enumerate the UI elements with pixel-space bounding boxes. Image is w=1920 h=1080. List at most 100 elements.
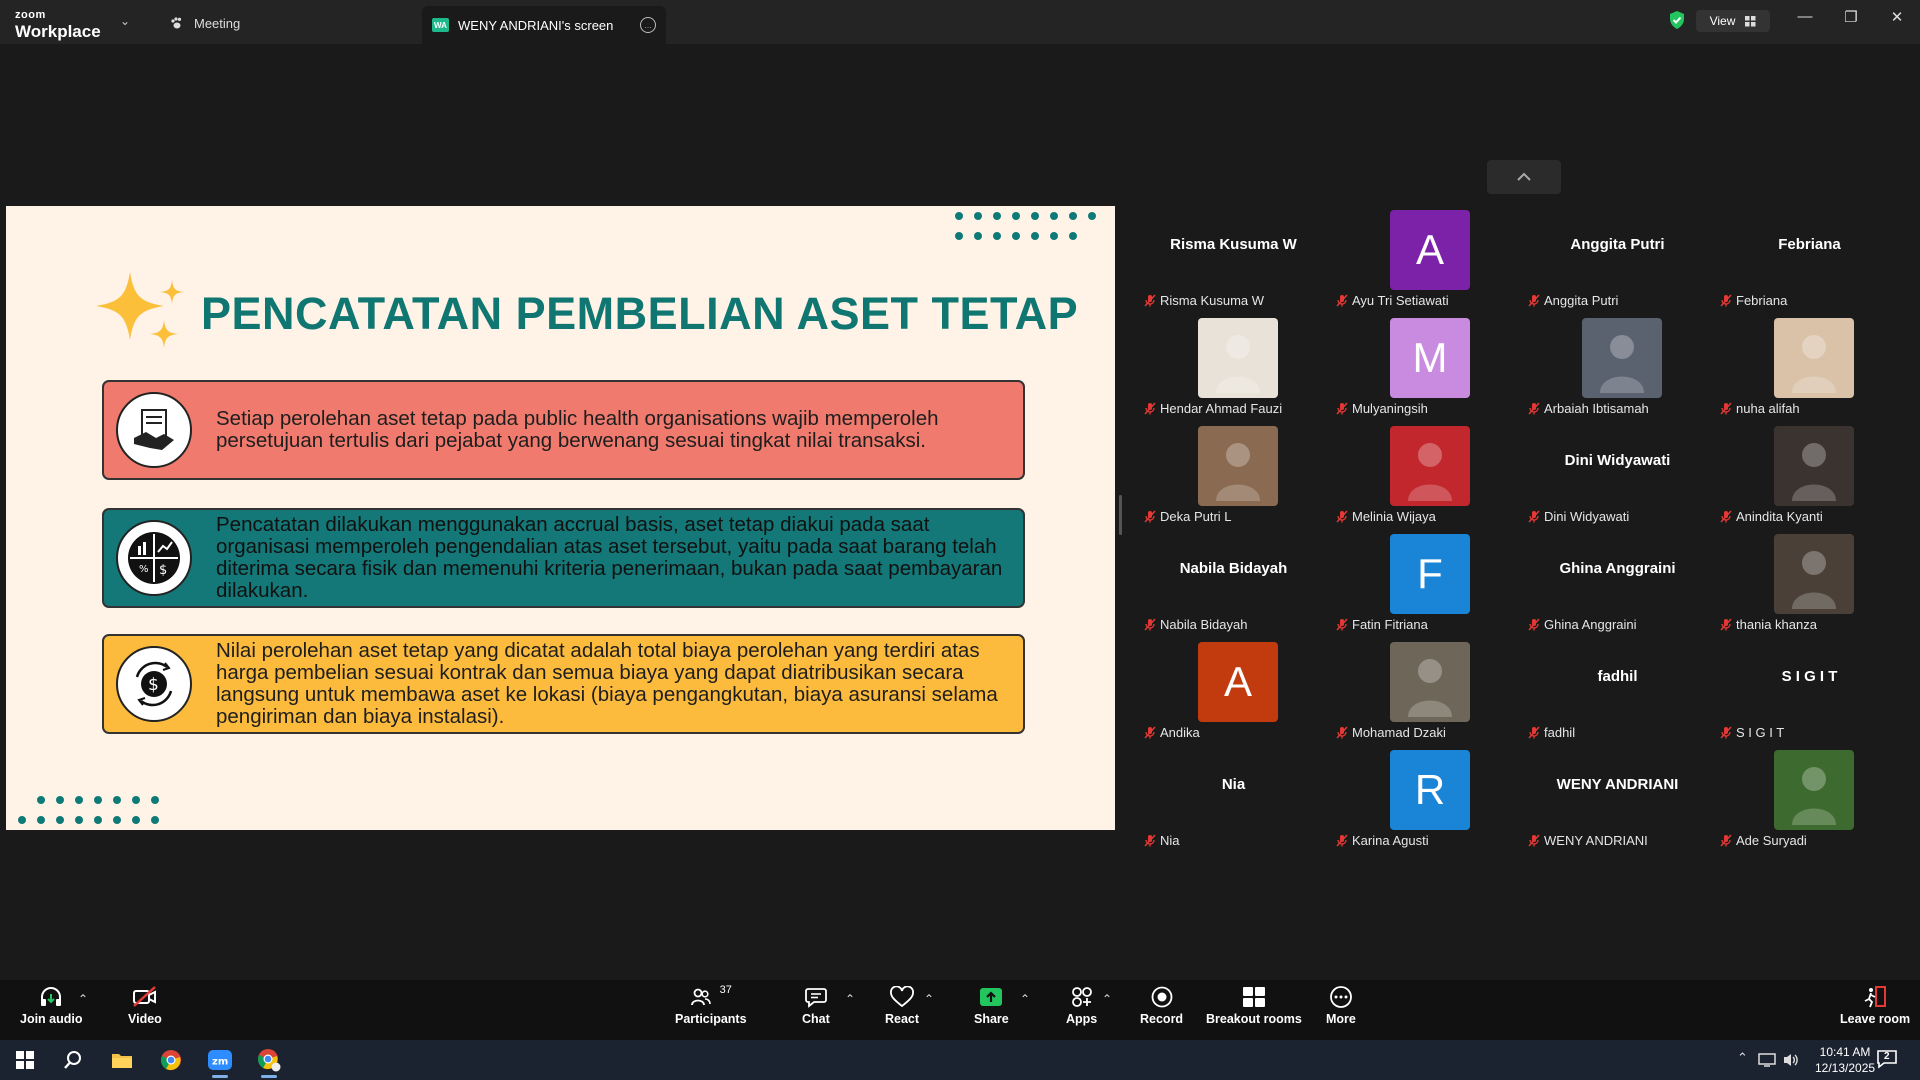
- sharer-badge: WA: [432, 18, 449, 32]
- chat-icon: [804, 988, 827, 1008]
- react-options-caret[interactable]: ⌃: [924, 992, 934, 1006]
- participant-tile[interactable]: nuha alifah: [1714, 316, 1905, 422]
- participant-name-label: Ade Suryadi: [1720, 833, 1807, 848]
- title-bar: zoom Workplace ⌄ Meeting WA WENY ANDRIAN…: [0, 0, 1920, 44]
- more-button[interactable]: More: [1326, 986, 1356, 1026]
- participant-name: Hendar Ahmad Fauzi: [1160, 401, 1283, 416]
- participant-tile[interactable]: Mohamad Dzaki: [1330, 640, 1521, 746]
- zoom-logo[interactable]: zoom Workplace: [15, 6, 101, 41]
- volume-icon[interactable]: [1782, 1052, 1800, 1068]
- apps-options-caret[interactable]: ⌃: [1102, 992, 1112, 1006]
- restore-icon[interactable]: ❐: [1836, 8, 1866, 26]
- video-off-icon: [132, 986, 156, 1007]
- participant-video: [1198, 318, 1278, 398]
- chrome-icon[interactable]: [148, 1040, 194, 1080]
- participant-name: fadhil: [1544, 725, 1576, 740]
- audio-options-caret[interactable]: ⌃: [78, 992, 88, 1006]
- more-icon: [1330, 986, 1352, 1008]
- svg-text:%: %: [139, 564, 149, 575]
- participant-tile[interactable]: Arbaiah Ibtisamah: [1522, 316, 1713, 422]
- share-options-caret[interactable]: ⌃: [1020, 992, 1030, 1006]
- participant-tile[interactable]: Febriana Febriana: [1714, 208, 1905, 314]
- file-explorer-icon[interactable]: [99, 1040, 145, 1080]
- participant-tile[interactable]: Nia Nia: [1138, 748, 1329, 854]
- participant-tile[interactable]: Nabila Bidayah Nabila Bidayah: [1138, 532, 1329, 638]
- participant-display-name: Ghina Anggraini: [1559, 560, 1676, 577]
- participant-name: Arbaiah Ibtisamah: [1544, 401, 1649, 416]
- mic-muted-icon: [1720, 402, 1732, 415]
- participant-name: WENY ANDRIANI: [1544, 833, 1648, 848]
- participant-tile[interactable]: Deka Putri L: [1138, 424, 1329, 530]
- person-silhouette-icon: [1600, 335, 1644, 393]
- breakout-rooms-button[interactable]: Breakout rooms: [1206, 986, 1302, 1026]
- tab-meeting[interactable]: Meeting: [170, 10, 240, 36]
- participant-name: Karina Agusti: [1352, 833, 1429, 848]
- participant-name: Risma Kusuma W: [1160, 293, 1265, 308]
- chat-options-caret[interactable]: ⌃: [845, 992, 855, 1006]
- tab-shared-screen[interactable]: WA WENY ANDRIANI's screen …: [422, 6, 666, 44]
- participant-name-label: Fatin Fitriana: [1336, 617, 1428, 632]
- participant-tile[interactable]: Melinia Wijaya: [1330, 424, 1521, 530]
- participant-tile[interactable]: Hendar Ahmad Fauzi: [1138, 316, 1329, 422]
- join-audio-button[interactable]: Join audio: [20, 986, 83, 1026]
- network-icon[interactable]: [1758, 1052, 1776, 1068]
- participant-tile[interactable]: M Mulyaningsih: [1330, 316, 1521, 422]
- shield-check-icon[interactable]: [1668, 10, 1686, 30]
- view-button[interactable]: View: [1696, 10, 1770, 32]
- participant-tile[interactable]: Ghina Anggraini Ghina Anggraini: [1522, 532, 1713, 638]
- participant-name: Melinia Wijaya: [1352, 509, 1436, 524]
- participants-button[interactable]: 37 Participants: [675, 984, 747, 1026]
- participant-name: Ghina Anggraini: [1544, 617, 1637, 632]
- mic-muted-icon: [1336, 834, 1348, 847]
- participant-name-label: Dini Widyawati: [1528, 509, 1629, 524]
- participant-tile[interactable]: S I G I T S I G I T: [1714, 640, 1905, 746]
- minimize-icon[interactable]: —: [1790, 8, 1820, 25]
- apps-button[interactable]: Apps: [1066, 986, 1097, 1026]
- panel-splitter[interactable]: [1119, 495, 1122, 535]
- participant-tile[interactable]: A Ayu Tri Setiawati: [1330, 208, 1521, 314]
- participant-tile[interactable]: Ade Suryadi: [1714, 748, 1905, 854]
- participant-name: Deka Putri L: [1160, 509, 1232, 524]
- participant-name-label: Risma Kusuma W: [1144, 293, 1264, 308]
- share-button[interactable]: Share: [974, 986, 1009, 1026]
- tray-chevron-up-icon[interactable]: ⌃: [1737, 1050, 1748, 1066]
- participant-name-label: Karina Agusti: [1336, 833, 1429, 848]
- participant-tile[interactable]: A Andika: [1138, 640, 1329, 746]
- close-icon[interactable]: ✕: [1882, 8, 1912, 26]
- gallery-scroll-up-button[interactable]: [1487, 160, 1561, 194]
- join-audio-label: Join audio: [20, 1012, 83, 1026]
- notification-icon[interactable]: 2: [1876, 1049, 1900, 1071]
- participant-avatar: A: [1198, 642, 1278, 722]
- video-button[interactable]: Video: [128, 986, 162, 1026]
- chevron-down-icon[interactable]: ⌄: [120, 14, 130, 28]
- participant-name-label: Andika: [1144, 725, 1200, 740]
- mic-muted-icon: [1528, 834, 1540, 847]
- participant-tile[interactable]: Anindita Kyanti: [1714, 424, 1905, 530]
- leave-room-button[interactable]: Leave room: [1840, 986, 1910, 1026]
- participant-tile[interactable]: F Fatin Fitriana: [1330, 532, 1521, 638]
- participant-tile[interactable]: fadhil fadhil: [1522, 640, 1713, 746]
- person-silhouette-icon: [1216, 443, 1260, 501]
- chrome-profile-icon[interactable]: [246, 1040, 292, 1080]
- zoom-taskbar-icon[interactable]: zm: [197, 1040, 243, 1080]
- search-icon[interactable]: [50, 1040, 96, 1080]
- react-button[interactable]: React: [885, 986, 919, 1026]
- more-options-icon[interactable]: …: [640, 17, 656, 33]
- participant-tile[interactable]: WENY ANDRIANI WENY ANDRIANI: [1522, 748, 1713, 854]
- windows-start-icon[interactable]: [2, 1040, 48, 1080]
- participant-tile[interactable]: Anggita Putri Anggita Putri: [1522, 208, 1713, 314]
- record-button[interactable]: Record: [1140, 986, 1183, 1026]
- heart-icon: [890, 986, 914, 1008]
- participant-display-name: Nabila Bidayah: [1179, 560, 1288, 577]
- system-clock[interactable]: 10:41 AM 12/13/2025: [1815, 1044, 1875, 1076]
- mic-muted-icon: [1144, 294, 1156, 307]
- grid-view-icon: [1745, 15, 1756, 26]
- paw-icon: [171, 17, 182, 29]
- participant-tile[interactable]: R Karina Agusti: [1330, 748, 1521, 854]
- participant-tile[interactable]: Risma Kusuma W Risma Kusuma W: [1138, 208, 1329, 314]
- participant-tile[interactable]: thania khanza: [1714, 532, 1905, 638]
- participant-tile[interactable]: Dini Widyawati Dini Widyawati: [1522, 424, 1713, 530]
- breakout-rooms-label: Breakout rooms: [1206, 1012, 1302, 1026]
- participant-display-name: fadhil: [1597, 668, 1638, 685]
- chat-button[interactable]: Chat: [802, 986, 830, 1026]
